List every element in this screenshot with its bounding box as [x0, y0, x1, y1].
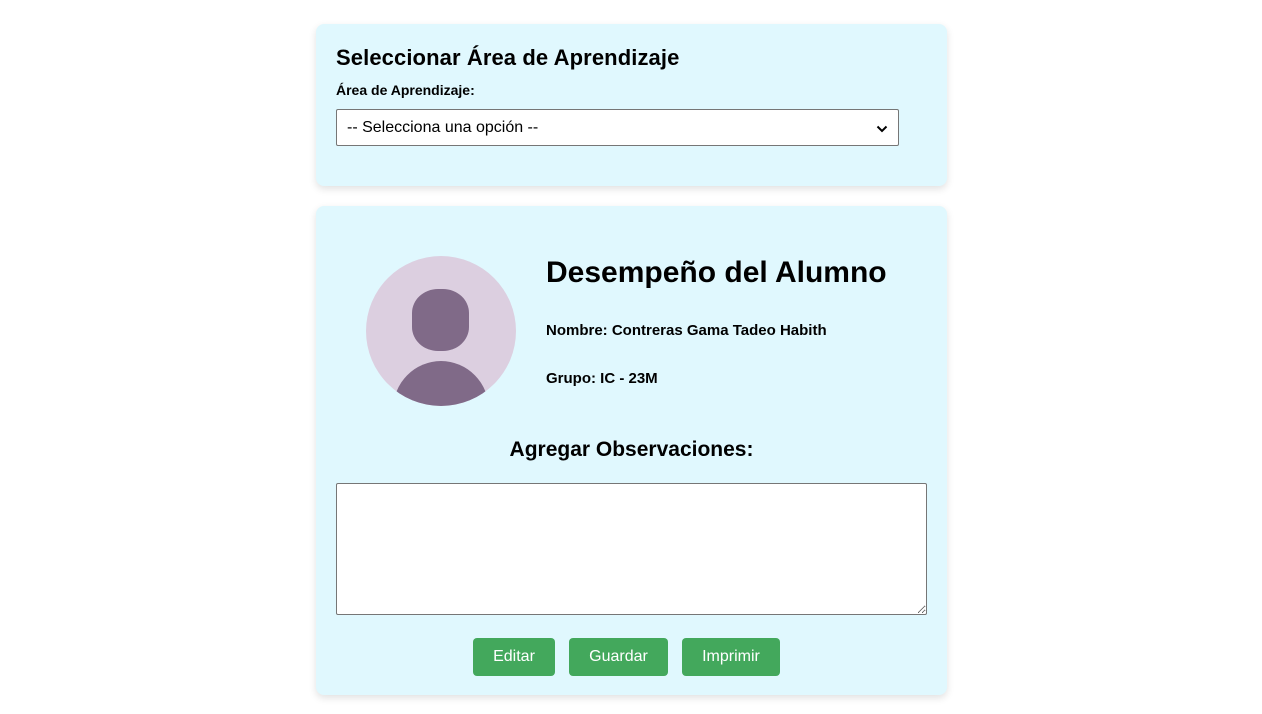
user-avatar-icon — [366, 256, 516, 406]
chevron-down-icon — [876, 122, 888, 134]
area-section-title: Seleccionar Área de Aprendizaje — [336, 45, 680, 70]
edit-button[interactable]: Editar — [473, 638, 555, 676]
area-select-dropdown[interactable]: -- Selecciona una opción -- — [336, 109, 899, 146]
observations-title: Agregar Observaciones: — [509, 438, 754, 461]
observations-textarea[interactable] — [336, 483, 927, 615]
print-button[interactable]: Imprimir — [682, 638, 780, 676]
save-button[interactable]: Guardar — [569, 638, 668, 676]
area-selection-card: Seleccionar Área de Aprendizaje Área de … — [316, 24, 947, 186]
area-select-label: Área de Aprendizaje: — [336, 82, 475, 98]
student-group: Grupo: IC - 23M — [546, 370, 658, 387]
student-performance-title: Desempeño del Alumno — [546, 256, 887, 289]
student-name: Nombre: Contreras Gama Tadeo Habith — [546, 322, 827, 339]
area-select-value: -- Selecciona una opción -- — [347, 118, 539, 136]
student-performance-card: Desempeño del Alumno Nombre: Contreras G… — [316, 206, 947, 695]
